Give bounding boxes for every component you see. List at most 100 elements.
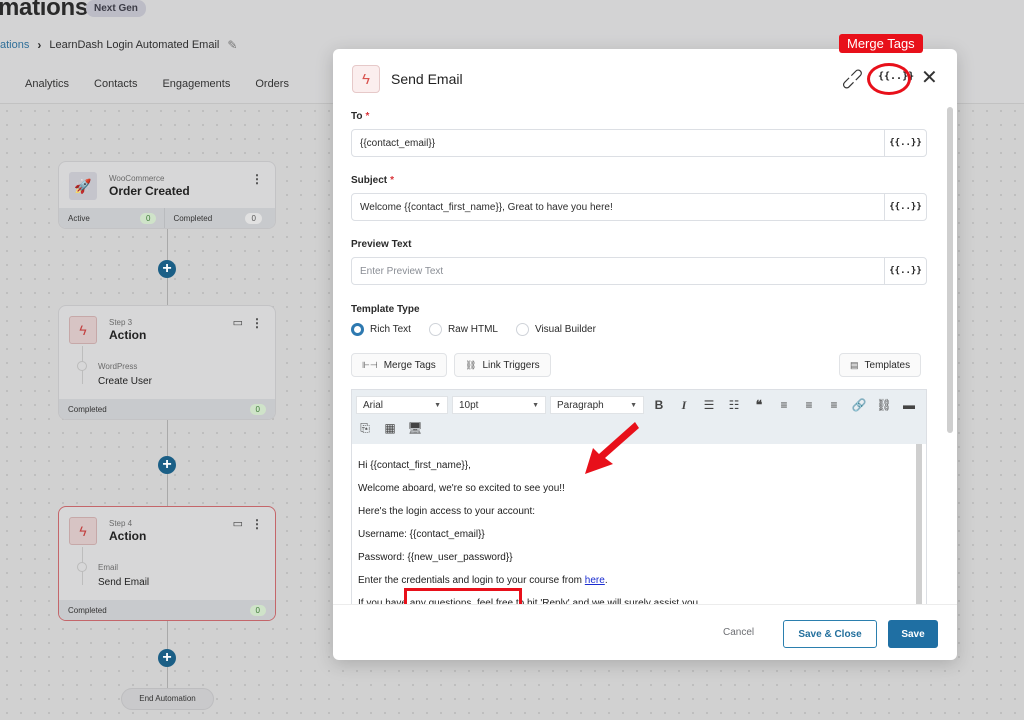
to-field[interactable]: {{contact_email}} {{..}} [351,129,927,157]
radio-raw-html[interactable]: Raw HTML [428,323,498,336]
radio-label: Raw HTML [447,324,498,335]
align-left-icon[interactable]: ≡ [776,398,792,412]
link-icon: ⛓ [465,359,477,370]
align-center-icon[interactable]: ≡ [801,398,817,412]
radio-dot[interactable] [428,323,442,336]
modal-header: ϟ Send Email ⊂⊃ {{..}} ✕ [333,49,957,107]
radio-visual-builder[interactable]: Visual Builder [515,323,596,336]
save-close-button[interactable]: Save & Close [783,620,877,648]
step-node-selected[interactable]: ϟ Step 4 Action ▭ ⋮ Email Send Email Com… [58,506,276,621]
step-number: Step 3 [109,318,133,327]
lightning-icon: ϟ [69,517,97,545]
step-app: Email [98,563,119,572]
template-type-radios: Rich Text Raw HTML Visual Builder [351,323,596,336]
italic-icon[interactable]: I [676,398,692,413]
caret-down-icon: ▼ [532,401,539,409]
bullet-list-icon[interactable]: ☰ [701,398,717,412]
radio-dot[interactable] [515,323,529,336]
timeline-dot [77,361,87,371]
tab-analytics[interactable]: Analytics [25,78,69,90]
preview-text-input[interactable]: Enter Preview Text [352,266,884,277]
more-menu-icon[interactable]: ⋮ [251,316,263,330]
bold-icon[interactable]: B [651,398,667,412]
blockquote-icon[interactable]: ❝ [751,398,767,412]
subject-value[interactable]: Welcome {{contact_first_name}}, Great to… [352,202,884,213]
editor-scrollbar[interactable] [916,444,922,604]
radio-dot[interactable] [351,323,364,336]
merge-tags-toolbar-button[interactable]: ⊩⊣ Merge Tags [351,353,447,377]
button-label: Templates [864,359,911,371]
rich-text-editor: Arial ▼ 10pt ▼ Paragraph ▼ B I ☰ ☷ ❝ ≡ ≡ ≡ … [351,389,927,604]
add-step-button[interactable]: + [158,456,176,474]
trigger-app: WooCommerce [109,174,165,183]
format-select[interactable]: Paragraph ▼ [550,396,644,414]
link-triggers-button[interactable]: ⛓ Link Triggers [454,353,551,377]
body-line: Welcome aboard, we're so excited to see … [358,483,565,494]
step-node[interactable]: ϟ Step 3 Action ▭ ⋮ WordPress Create Use… [58,305,276,420]
to-value[interactable]: {{contact_email}} [352,138,884,149]
required-marker: * [390,175,395,186]
trigger-node[interactable]: 🚀 WooCommerce Order Created ⋮ Active 0 C… [58,161,276,229]
cancel-button[interactable]: Cancel [723,627,754,638]
body-line: Here's the login access to your account: [358,506,536,517]
tab-orders[interactable]: Orders [255,78,289,90]
preview-text-label: Preview Text [351,239,412,250]
numbered-list-icon[interactable]: ☷ [726,398,742,412]
step-type: Action [109,328,147,342]
add-step-button[interactable]: + [158,260,176,278]
close-icon[interactable]: ✕ [921,65,938,90]
toolbar-toggle-icon[interactable]: ▦ [382,421,398,435]
completed-label: Completed [68,605,107,615]
add-step-button[interactable]: + [158,649,176,667]
template-type-label: Template Type [351,304,420,315]
trigger-stats: Active 0 Completed 0 [59,208,275,228]
save-button[interactable]: Save [888,620,938,648]
end-automation[interactable]: End Automation [121,688,214,710]
modal-footer: Cancel Save & Close Save [333,604,957,660]
button-label: Link Triggers [482,359,540,371]
read-more-icon[interactable]: ▬ [901,398,917,412]
select-value: 10pt [459,399,479,411]
annotation-box [404,588,522,604]
button-label: Merge Tags [383,359,436,371]
insert-link-icon[interactable]: 🔗 [851,398,867,412]
merge-tags-button[interactable]: {{..}} [884,194,926,220]
annotation-arrow-icon [585,422,639,474]
completed-label: Completed [173,213,213,223]
pencil-icon[interactable]: ✎ [227,38,237,52]
step-app: WordPress [98,362,138,371]
font-size-select[interactable]: 10pt ▼ [452,396,546,414]
tab-contacts[interactable]: Contacts [94,78,137,90]
tab-engagements[interactable]: Engagements [162,78,230,90]
password-merge-tag: {{new_user_password}} [407,552,513,563]
comment-icon[interactable]: ▭ [233,517,243,530]
step-action: Create User [98,376,152,387]
paste-text-icon[interactable]: ⎘ [357,421,373,436]
page-title: mations [0,0,88,21]
active-label: Active [68,213,90,223]
more-menu-icon[interactable]: ⋮ [251,172,263,186]
preview-text-field[interactable]: Enter Preview Text {{..}} [351,257,927,285]
align-right-icon[interactable]: ≡ [826,398,842,412]
merge-tags-button[interactable]: {{..}} [884,258,926,284]
modal-scrollbar[interactable] [947,107,953,433]
preview-icon[interactable]: 🖥 [407,421,423,435]
completed-count: 0 [249,604,266,616]
subject-field[interactable]: Welcome {{contact_first_name}}, Great to… [351,193,927,221]
step-stats: Completed 0 [59,600,275,620]
radio-rich-text[interactable]: Rich Text [351,323,411,336]
font-family-select[interactable]: Arial ▼ [356,396,448,414]
to-label-text: To [351,111,363,122]
breadcrumb-automations-link[interactable]: ations [0,39,29,51]
comment-icon[interactable]: ▭ [233,316,243,329]
select-value: Paragraph [557,399,604,411]
unlink-icon[interactable]: ⛓ [876,398,892,412]
completed-count: 0 [249,403,266,415]
here-link[interactable]: here [585,575,605,586]
send-email-modal: ϟ Send Email ⊂⊃ {{..}} ✕ To * {{contact_e… [333,49,957,660]
templates-button[interactable]: ▤ Templates [839,353,922,377]
more-menu-icon[interactable]: ⋮ [251,517,263,531]
modal-title: Send Email [391,71,463,87]
merge-tags-button[interactable]: {{..}} [884,130,926,156]
link-icon[interactable]: ⊂⊃ [836,62,869,95]
